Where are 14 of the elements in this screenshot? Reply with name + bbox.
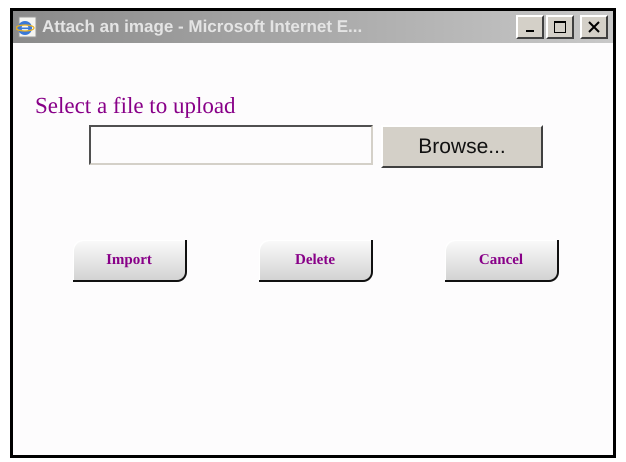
maximize-button[interactable] — [546, 15, 574, 39]
action-button[interactable]: Import — [73, 240, 187, 282]
browse-button[interactable]: Browse... — [381, 125, 543, 168]
upload-label: Select a file to upload — [35, 92, 237, 120]
action-button[interactable]: Cancel — [445, 240, 559, 282]
browser-globe-icon — [16, 16, 38, 38]
file-path-field[interactable] — [89, 125, 373, 165]
minimize-button[interactable] — [516, 15, 544, 39]
window-title: Attach an image - Microsoft Internet E... — [42, 16, 364, 38]
minimize-icon — [526, 30, 534, 32]
maximize-icon — [553, 20, 567, 34]
close-icon — [587, 20, 601, 34]
action-button[interactable]: Delete — [259, 240, 373, 282]
close-button[interactable] — [580, 15, 608, 39]
